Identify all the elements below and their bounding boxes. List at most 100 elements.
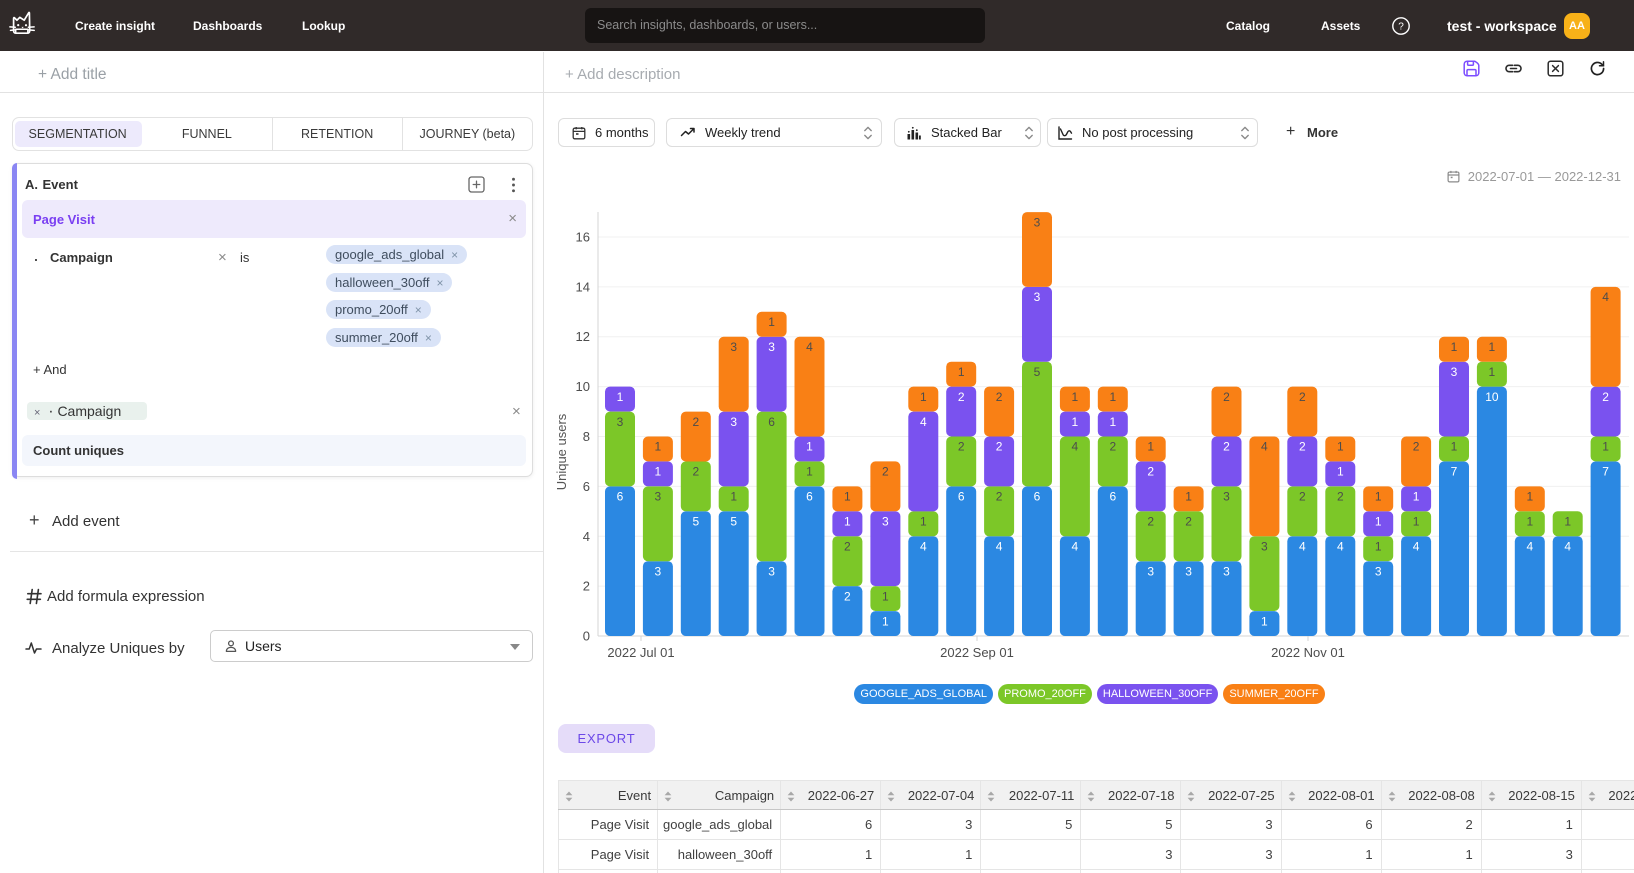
svg-text:1: 1 [1261, 614, 1268, 628]
svg-text:3: 3 [1223, 490, 1230, 504]
svg-text:3: 3 [1185, 564, 1192, 578]
svg-text:1: 1 [1451, 340, 1458, 354]
svg-text:1: 1 [1072, 415, 1079, 429]
svg-text:2: 2 [1299, 390, 1306, 404]
svg-text:10: 10 [1485, 390, 1499, 404]
svg-text:1: 1 [1375, 539, 1382, 553]
svg-text:1: 1 [882, 614, 889, 628]
svg-text:3: 3 [768, 564, 775, 578]
svg-text:3: 3 [1034, 215, 1041, 229]
svg-text:2: 2 [844, 539, 851, 553]
svg-text:1: 1 [920, 515, 927, 529]
svg-text:1: 1 [1526, 515, 1533, 529]
svg-text:6: 6 [806, 490, 813, 504]
svg-text:2: 2 [1109, 440, 1116, 454]
svg-text:2: 2 [958, 440, 965, 454]
svg-text:7: 7 [1602, 465, 1609, 479]
svg-text:6: 6 [768, 415, 775, 429]
svg-text:4: 4 [1299, 539, 1306, 553]
svg-text:2: 2 [692, 415, 699, 429]
svg-text:2: 2 [996, 490, 1003, 504]
svg-text:?: ? [1398, 22, 1404, 33]
svg-text:0: 0 [583, 629, 590, 644]
svg-text:4: 4 [996, 539, 1003, 553]
svg-text:3: 3 [655, 490, 662, 504]
svg-text:1: 1 [1185, 490, 1192, 504]
svg-text:2: 2 [1413, 440, 1420, 454]
svg-text:7: 7 [1451, 465, 1458, 479]
svg-text:1: 1 [806, 440, 813, 454]
svg-text:1: 1 [1375, 490, 1382, 504]
svg-text:2: 2 [583, 579, 590, 594]
svg-text:4: 4 [806, 340, 813, 354]
svg-text:1: 1 [1072, 390, 1079, 404]
svg-text:3: 3 [1261, 539, 1268, 553]
svg-text:1: 1 [1564, 515, 1571, 529]
svg-text:2022 Sep 01: 2022 Sep 01 [940, 645, 1014, 660]
svg-text:4: 4 [1337, 539, 1344, 553]
svg-text:1: 1 [806, 465, 813, 479]
svg-text:1: 1 [1147, 440, 1154, 454]
svg-text:2: 2 [996, 390, 1003, 404]
svg-text:14: 14 [576, 279, 590, 294]
svg-text:1: 1 [844, 515, 851, 529]
svg-text:2: 2 [1223, 390, 1230, 404]
svg-text:2: 2 [1602, 390, 1609, 404]
svg-text:1: 1 [1337, 465, 1344, 479]
svg-text:6: 6 [1109, 490, 1116, 504]
svg-text:3: 3 [730, 340, 737, 354]
svg-text:3: 3 [1451, 365, 1458, 379]
svg-text:1: 1 [882, 589, 889, 603]
svg-text:2: 2 [1147, 465, 1154, 479]
svg-text:2: 2 [1337, 490, 1344, 504]
svg-text:3: 3 [1375, 564, 1382, 578]
svg-text:1: 1 [1526, 490, 1533, 504]
svg-text:16: 16 [576, 230, 590, 245]
svg-text:5: 5 [1034, 365, 1041, 379]
svg-text:2: 2 [996, 440, 1003, 454]
svg-text:2: 2 [692, 465, 699, 479]
svg-text:1: 1 [1451, 440, 1458, 454]
svg-text:10: 10 [576, 379, 590, 394]
svg-text:2022 Jul 01: 2022 Jul 01 [607, 645, 674, 660]
svg-text:1: 1 [655, 440, 662, 454]
svg-text:3: 3 [730, 415, 737, 429]
svg-text:Unique users: Unique users [554, 413, 569, 490]
svg-text:5: 5 [692, 515, 699, 529]
svg-text:6: 6 [583, 479, 590, 494]
svg-text:3: 3 [768, 340, 775, 354]
svg-text:1: 1 [1413, 490, 1420, 504]
svg-text:6: 6 [617, 490, 624, 504]
svg-text:2: 2 [1147, 515, 1154, 529]
svg-text:6: 6 [958, 490, 965, 504]
svg-text:2: 2 [1185, 515, 1192, 529]
svg-text:4: 4 [1072, 440, 1079, 454]
svg-text:2: 2 [958, 390, 965, 404]
svg-text:1: 1 [1375, 515, 1382, 529]
svg-text:1: 1 [730, 490, 737, 504]
svg-text:2: 2 [1299, 490, 1306, 504]
svg-text:4: 4 [920, 539, 927, 553]
svg-text:2: 2 [844, 589, 851, 603]
svg-text:4: 4 [1526, 539, 1533, 553]
svg-text:3: 3 [655, 564, 662, 578]
svg-text:1: 1 [844, 490, 851, 504]
svg-text:1: 1 [617, 390, 624, 404]
svg-text:4: 4 [1413, 539, 1420, 553]
svg-text:1: 1 [958, 365, 965, 379]
svg-text:3: 3 [1034, 290, 1041, 304]
svg-text:1: 1 [920, 390, 927, 404]
svg-text:8: 8 [583, 429, 590, 444]
svg-text:3: 3 [1223, 564, 1230, 578]
svg-text:4: 4 [1564, 539, 1571, 553]
svg-text:1: 1 [1337, 440, 1344, 454]
svg-text:6: 6 [1034, 490, 1041, 504]
svg-text:1: 1 [1489, 340, 1496, 354]
svg-text:1: 1 [1489, 365, 1496, 379]
svg-text:1: 1 [768, 315, 775, 329]
svg-text:4: 4 [583, 529, 590, 544]
svg-text:1: 1 [1602, 440, 1609, 454]
svg-text:4: 4 [1072, 539, 1079, 553]
svg-text:4: 4 [1261, 440, 1268, 454]
svg-text:1: 1 [1413, 515, 1420, 529]
